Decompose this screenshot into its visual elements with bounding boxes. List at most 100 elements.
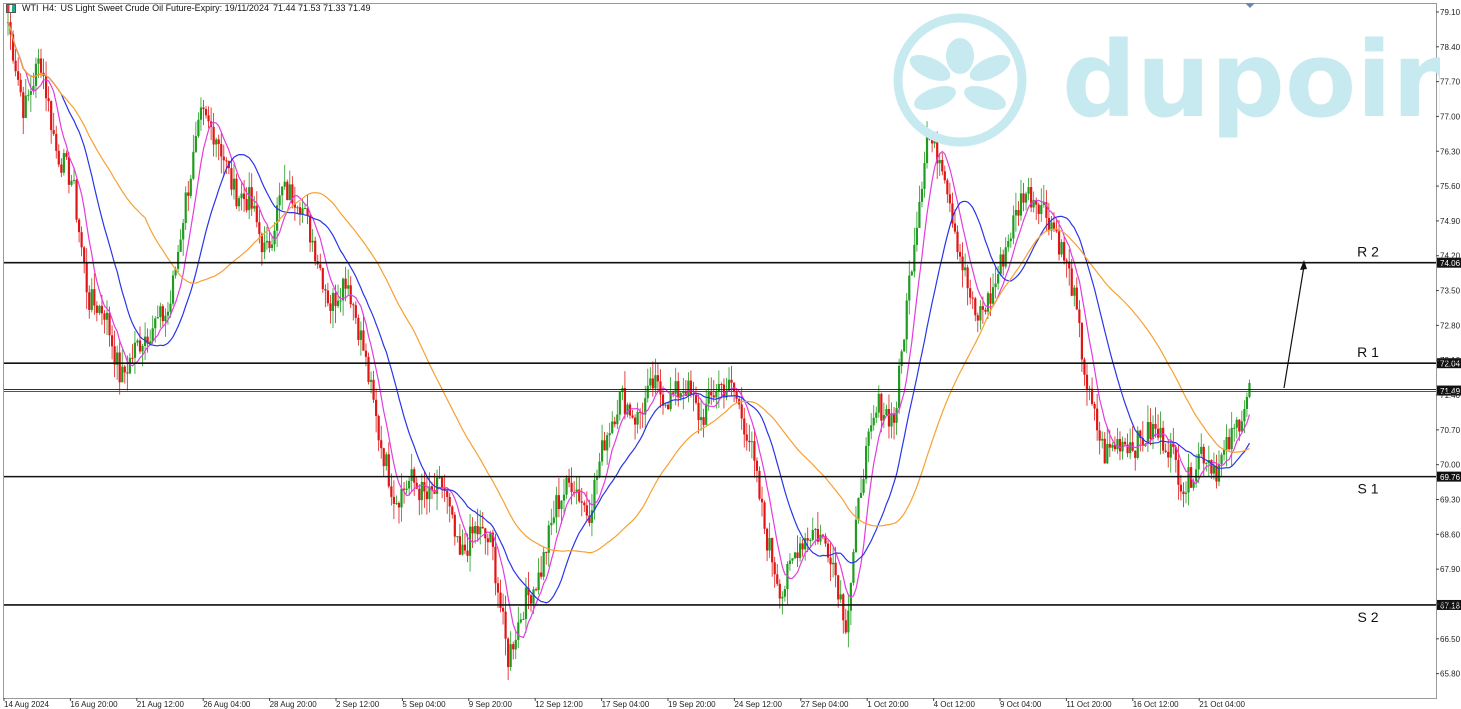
candle-body [1154, 424, 1157, 429]
candle-body [829, 557, 832, 565]
candle-body [451, 506, 454, 515]
candle-body [1083, 359, 1086, 375]
candle-body [760, 498, 764, 503]
candle-body [1007, 240, 1010, 248]
candle-body [844, 620, 847, 633]
candle-body [169, 303, 172, 312]
candle-body [141, 345, 144, 352]
symbol: WTI [22, 3, 39, 13]
y-tick-label: 67.90 [1440, 565, 1461, 574]
candle-body [966, 267, 969, 289]
candle-body [956, 231, 959, 252]
candle-body [687, 380, 690, 396]
candle-body [390, 486, 393, 497]
candle-body [512, 644, 515, 650]
candle-body [138, 340, 142, 352]
candle-body [268, 240, 271, 249]
candle-body [448, 497, 451, 507]
candle-body [1162, 427, 1165, 451]
candle-body [357, 317, 360, 340]
candle-body [237, 198, 241, 207]
candle-body [771, 537, 774, 563]
candle-body [204, 109, 208, 116]
x-tick-label: 19 Sep 20:00 [668, 700, 716, 709]
candle-body [1220, 454, 1223, 465]
candle-body [19, 79, 22, 93]
candle-body [182, 222, 185, 240]
candle-body [781, 596, 784, 599]
candle-body [281, 186, 284, 196]
candle-body [1022, 193, 1025, 203]
candle-body [763, 502, 766, 529]
candle-body [717, 383, 720, 392]
candle-body [392, 496, 395, 504]
candle-body [367, 356, 370, 382]
watermark-text: dupoin [1062, 19, 1440, 141]
candle-body [1111, 444, 1114, 448]
candle-body [217, 139, 220, 145]
candle-body [479, 526, 482, 535]
x-tick-label: 9 Oct 04:00 [1000, 700, 1042, 709]
candle-body [603, 440, 606, 451]
candle-body [598, 461, 601, 476]
candle-body [14, 60, 17, 72]
candle-body [202, 107, 205, 110]
candle-body [654, 375, 657, 389]
candle-body [347, 285, 350, 289]
candle-body [232, 178, 236, 190]
candle-body [880, 393, 883, 421]
candle-body [811, 530, 814, 540]
candle-body [517, 622, 520, 640]
candle-body [1103, 438, 1106, 464]
candle-body [842, 594, 845, 621]
candle-body [913, 244, 916, 272]
candle-body [865, 445, 868, 480]
candle-body [425, 491, 428, 500]
candle-body [986, 293, 990, 312]
candle-body [1167, 451, 1170, 458]
candle-body [1243, 408, 1246, 422]
candle-body [872, 417, 875, 426]
candle-body [1230, 427, 1233, 450]
candle-body [1027, 187, 1030, 194]
candle-body [1225, 437, 1228, 450]
candle-body [474, 525, 477, 534]
candle-body [39, 58, 43, 73]
candle-body [215, 139, 218, 145]
candle-body [189, 178, 192, 196]
x-tick-label: 27 Sep 04:00 [801, 700, 849, 709]
header-icon [6, 4, 16, 13]
candle-body [1123, 441, 1127, 445]
candle-body [1073, 287, 1076, 296]
y-tick-label: 70.70 [1440, 426, 1461, 435]
x-tick-label: 5 Sep 04:00 [402, 700, 446, 709]
candle-body [1093, 403, 1096, 409]
candle-body [225, 160, 228, 162]
candle-body [128, 357, 131, 374]
candle-body [27, 94, 30, 96]
candle-body [1202, 446, 1205, 464]
candle-body [352, 304, 355, 306]
candle-body [540, 572, 543, 577]
candle-body [953, 223, 957, 232]
candle-body [524, 587, 528, 619]
candle-body [832, 562, 835, 565]
candle-body [37, 58, 40, 64]
candle-body [52, 130, 55, 134]
candle-body [75, 179, 78, 220]
dupoin-watermark: dupoin [893, 13, 1440, 147]
candle-body [1101, 438, 1104, 441]
candle-body [133, 342, 137, 358]
candle-body [1052, 222, 1056, 229]
candle-body [1245, 396, 1249, 409]
candle-body [438, 477, 441, 479]
candle-body [110, 335, 114, 347]
candle-body [870, 425, 873, 432]
candle-body [334, 292, 337, 307]
candle-body [197, 119, 200, 137]
candle-body [98, 305, 101, 313]
candle-body [1019, 193, 1023, 216]
candle-body [862, 479, 865, 493]
candle-body [375, 399, 378, 417]
candle-body [768, 537, 771, 551]
